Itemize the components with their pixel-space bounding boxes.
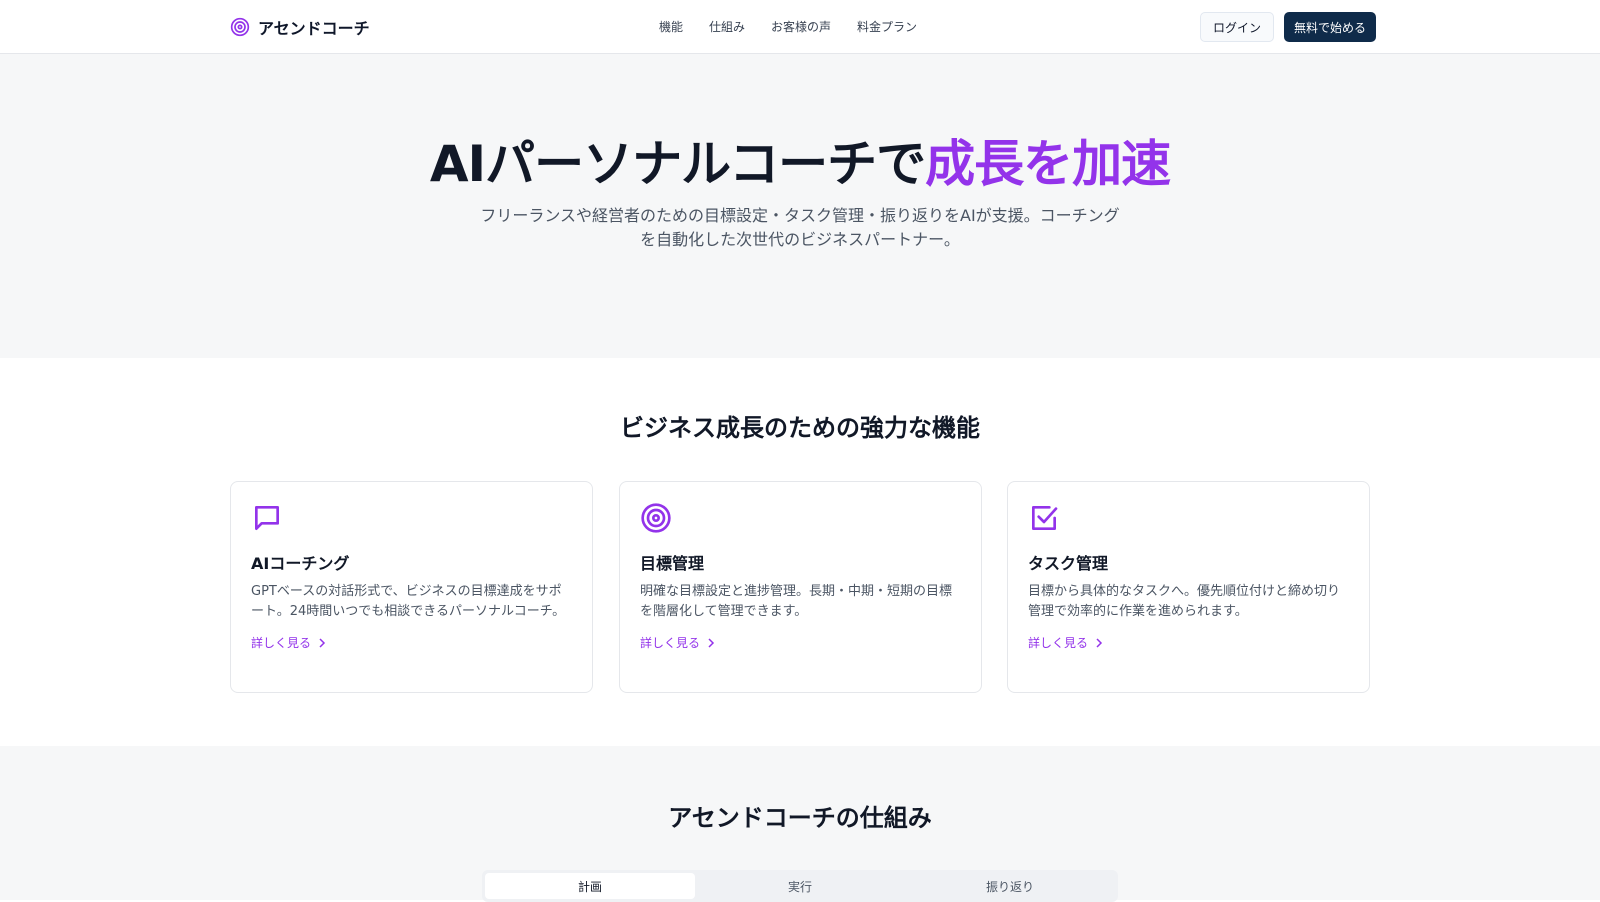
nav-link-testimonials[interactable]: お客様の声: [771, 18, 831, 35]
feature-card-desc: GPTベースの対話形式で、ビジネスの目標達成をサポート。24時間いつでも相談でき…: [251, 584, 566, 619]
features-title: ビジネス成長のための強力な機能: [620, 414, 980, 442]
nav-links: 機能 仕組み お客様の声 料金プラン: [659, 18, 917, 35]
feature-card-title: AIコーチング: [251, 554, 350, 573]
feature-card-goal-management: 目標管理 明確な目標設定と進捗管理。長期・中期・短期の目標を階層化して管理できま…: [619, 481, 982, 693]
nav-link-how-it-works[interactable]: 仕組み: [709, 18, 745, 35]
brand-logo[interactable]: アセンドコーチ: [230, 15, 370, 39]
hero-title-accent: 成長を加速: [925, 135, 1171, 193]
nav-link-pricing[interactable]: 料金プラン: [857, 18, 917, 35]
hero-subtitle: フリーランスや経営者のための目標設定・タスク管理・振り返りをAIが支援。コーチン…: [480, 206, 1120, 249]
brand-name: アセンドコーチ: [258, 19, 370, 38]
how-it-works-section: アセンドコーチの仕組み 計画 実行 振り返り: [0, 746, 1600, 902]
hero-section: AIパーソナルコーチで成長を加速 フリーランスや経営者のための目標設定・タスク管…: [0, 54, 1600, 358]
target-icon: [641, 503, 671, 533]
feature-card-ai-coaching: AIコーチング GPTベースの対話形式で、ビジネスの目標達成をサポート。24時間…: [230, 481, 593, 693]
checkbox-icon: [1032, 506, 1058, 530]
learn-more-link[interactable]: 詳しく見る: [251, 634, 572, 651]
process-tabs: 計画 実行 振り返り: [482, 870, 1118, 902]
chevron-right-icon: [708, 637, 715, 648]
nav-link-features[interactable]: 機能: [659, 18, 683, 35]
start-free-button[interactable]: 無料で始める: [1284, 12, 1377, 42]
target-icon: [230, 17, 250, 37]
tab-review[interactable]: 振り返り: [905, 873, 1115, 899]
learn-more-label: 詳しく見る: [1028, 636, 1089, 650]
feature-card-title: 目標管理: [640, 554, 705, 573]
features-section: ビジネス成長のための強力な機能 AIコーチング GPTベースの対話形式で、ビジネ…: [0, 358, 1600, 746]
chevron-right-icon: [319, 637, 326, 648]
hero-title: AIパーソナルコーチで成長を加速: [0, 124, 1600, 196]
how-it-works-title: アセンドコーチの仕組み: [668, 804, 932, 832]
top-navbar: アセンドコーチ 機能 仕組み お客様の声 料金プラン ログイン 無料で始める: [0, 0, 1600, 54]
chevron-right-icon: [1096, 637, 1103, 648]
chat-bubble-icon: [254, 506, 279, 530]
hero-title-main: AIパーソナルコーチで: [429, 135, 926, 193]
feature-card-desc: 明確な目標設定と進捗管理。長期・中期・短期の目標を階層化して管理できます。: [640, 584, 953, 619]
feature-card-desc: 目標から具体的なタスクへ。優先順位付けと締め切り管理で効率的に作業を進められます…: [1028, 584, 1341, 619]
tab-plan[interactable]: 計画: [485, 873, 695, 899]
login-button[interactable]: ログイン: [1200, 12, 1275, 42]
tab-execute[interactable]: 実行: [695, 873, 905, 899]
feature-card-title: タスク管理: [1028, 554, 1109, 573]
nav-actions: ログイン 無料で始める: [1200, 12, 1377, 42]
learn-more-label: 詳しく見る: [640, 636, 701, 650]
learn-more-link[interactable]: 詳しく見る: [1028, 634, 1349, 651]
learn-more-link[interactable]: 詳しく見る: [640, 634, 961, 651]
learn-more-label: 詳しく見る: [251, 636, 312, 650]
feature-card-task-management: タスク管理 目標から具体的なタスクへ。優先順位付けと締め切り管理で効率的に作業を…: [1007, 481, 1370, 693]
